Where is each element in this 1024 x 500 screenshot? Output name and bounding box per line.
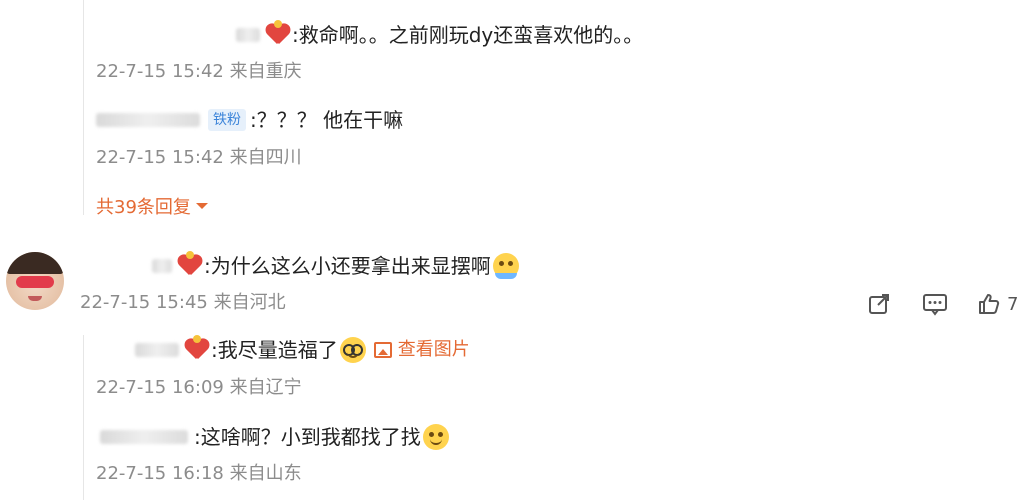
- reply-4-meta: 22-7-15 16:18 来自山东: [96, 463, 302, 484]
- share-icon: [869, 294, 889, 314]
- reply-2-meta: 22-7-15 15:42 来自四川: [96, 147, 302, 168]
- smirk-emoji-icon: [422, 424, 449, 450]
- comment-icon: [923, 294, 947, 316]
- like-count: 7: [1007, 293, 1019, 315]
- crying-emoji-icon: [492, 253, 519, 279]
- reply-4-text: :这啥啊？小到我都找了找: [194, 425, 421, 449]
- comment-button[interactable]: [921, 290, 949, 318]
- fan-badge: 铁粉: [208, 109, 246, 131]
- reply-4: :这啥啊？小到我都找了找: [100, 424, 449, 450]
- more-replies-link[interactable]: 共39条回复: [96, 193, 209, 219]
- username-blurred[interactable]: [96, 113, 200, 127]
- username-blurred[interactable]: [135, 343, 179, 357]
- main-comment-text: :为什么这么小还要拿出来显摆啊: [204, 254, 491, 278]
- caret-down-icon: [195, 203, 208, 209]
- username-blurred[interactable]: [236, 28, 260, 42]
- thumbs-up-icon: [979, 294, 1000, 314]
- reply-3: :我尽量造福了 查看图片: [135, 335, 470, 363]
- username-blurred[interactable]: [152, 259, 172, 273]
- reply-1-meta: 22-7-15 15:42 来自重庆: [96, 61, 302, 82]
- like-button[interactable]: [975, 290, 1003, 318]
- reply-1-text: :救命啊。。之前刚玩dy还蛮喜欢他的。。: [292, 23, 644, 47]
- reply-2: 铁粉 :？？？ 他在干嘛: [96, 107, 403, 133]
- more-replies-label: 共39条回复: [96, 197, 191, 218]
- thread-line-bottom: [83, 335, 84, 500]
- heart-eyes-icon: [266, 20, 290, 46]
- share-button[interactable]: [865, 290, 893, 318]
- main-comment-meta: 22-7-15 15:45 来自河北: [80, 292, 286, 313]
- comment-actions: 7: [865, 290, 1018, 318]
- main-comment: :为什么这么小还要拿出来显摆啊: [152, 251, 519, 279]
- avatar[interactable]: [6, 252, 64, 310]
- reply-2-text: :？？？ 他在干嘛: [250, 108, 404, 132]
- image-icon: [373, 342, 392, 358]
- reply-3-meta: 22-7-15 16:09 来自辽宁: [96, 377, 302, 398]
- heart-eyes-icon: [185, 335, 209, 361]
- glasses-emoji-icon: [339, 337, 366, 363]
- view-image-link[interactable]: 查看图片: [373, 337, 470, 363]
- thread-line-top: [83, 0, 84, 215]
- reply-3-text: :我尽量造福了: [211, 338, 338, 362]
- heart-eyes-icon: [178, 251, 202, 277]
- reply-1: :救命啊。。之前刚玩dy还蛮喜欢他的。。: [236, 20, 644, 48]
- username-blurred[interactable]: [100, 430, 188, 444]
- view-image-label: 查看图片: [397, 339, 470, 360]
